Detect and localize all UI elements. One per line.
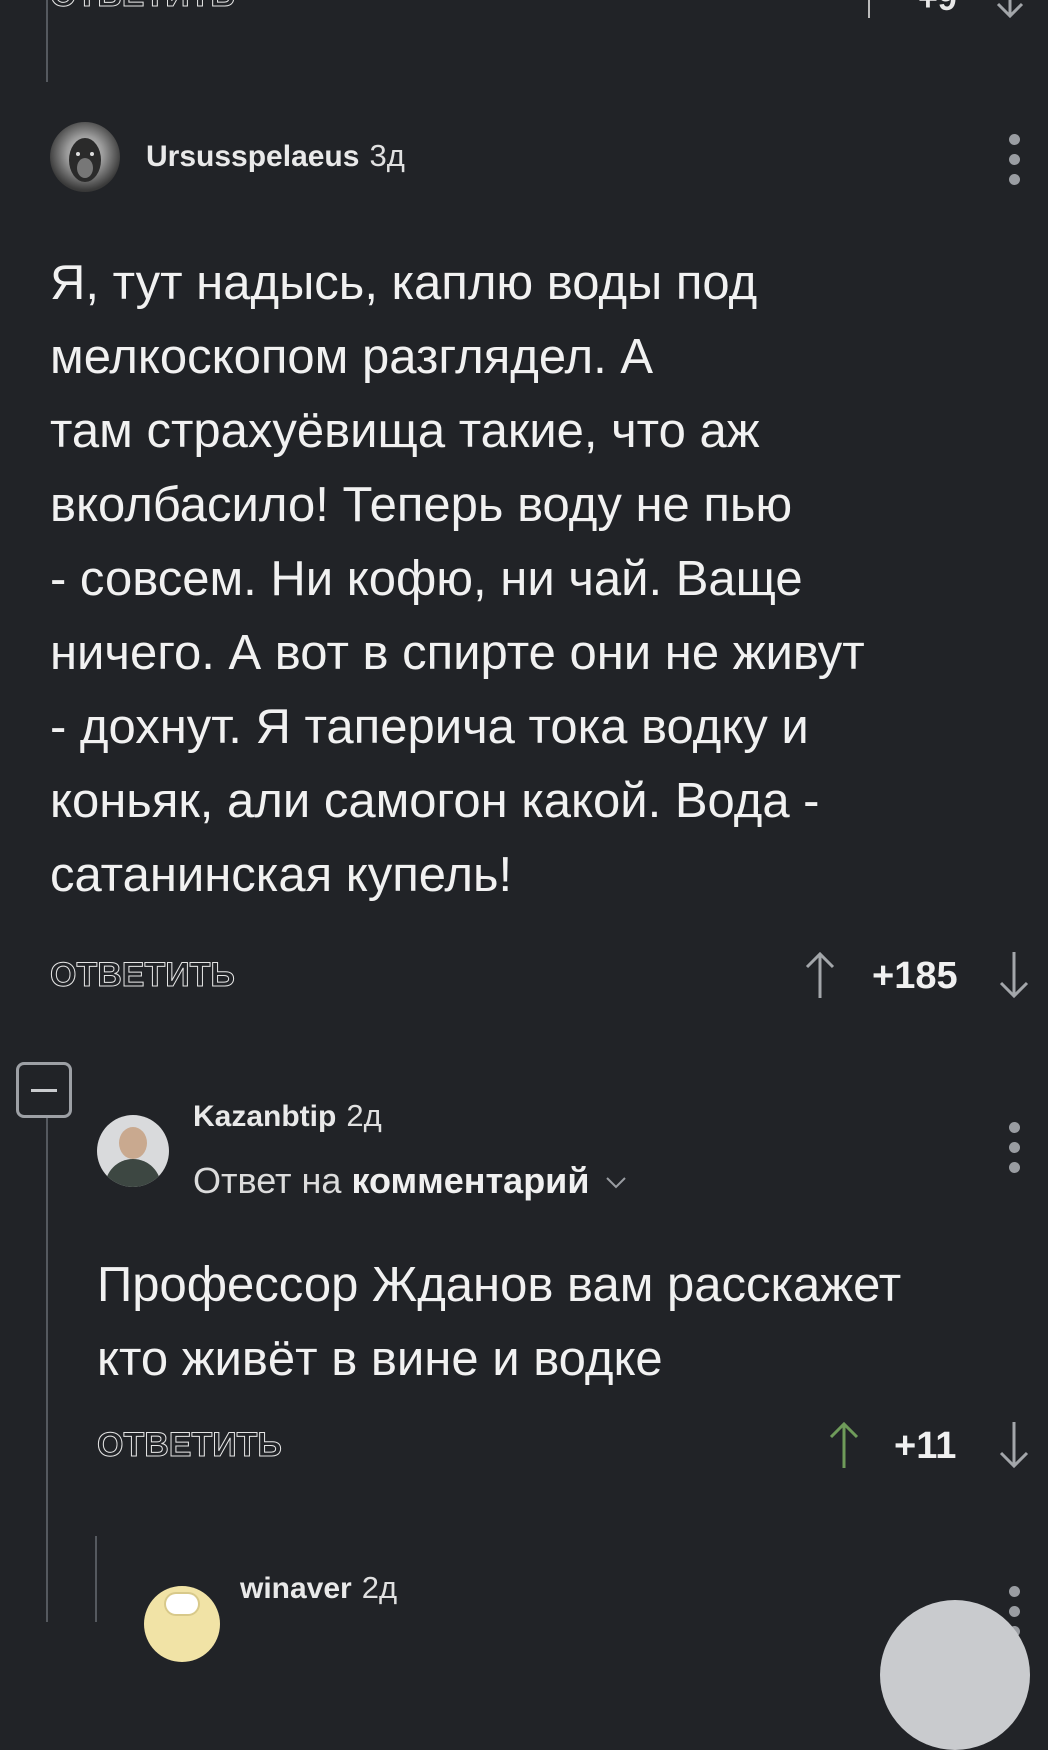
user-avatar[interactable] [144,1586,220,1662]
vote-score: +11 [894,1425,957,1467]
comment-line: Профессор Жданов вам расскажет [97,1258,902,1312]
reply-button[interactable]: ОТВЕТИТЬ [97,1426,283,1465]
user-avatar[interactable] [97,1115,169,1187]
username[interactable]: winaver [240,1572,352,1605]
comment-body: Профессор Жданов вам расскажет кто живёт… [97,1248,1037,1396]
thread-line-top [46,0,48,82]
comment-line: коньяк, али самогон какой. Вода - [50,774,820,828]
comment-time: 3д [369,138,405,173]
comment-time: 2д [361,1570,398,1605]
thread-line-nested [95,1536,97,1622]
comment-line: кто живёт в вине и водке [97,1332,663,1386]
comment-header: winaver 2д [240,1570,397,1606]
comment-line: Я, тут надысь, каплю воды под [50,256,758,310]
comment-time: 2д [346,1098,382,1133]
upvote-arrow-icon[interactable] [802,950,838,1000]
comment-body: Я, тут надысь, каплю воды под мелкоскопо… [50,246,1030,912]
reply-button[interactable]: ОТВЕТИТЬ [50,956,236,995]
username[interactable]: Kazanbtip [193,1100,336,1133]
reply-to-prefix: Ответ на [193,1160,342,1201]
chevron-down-icon[interactable] [605,1176,627,1190]
more-options-icon[interactable] [1009,1122,1021,1182]
comment-header: Kazanbtip 2д [193,1098,382,1134]
bear-avatar-icon [69,138,101,182]
comment-line: - дохнут. Я таперича тока водку и [50,700,809,754]
username[interactable]: Ursusspelaeus [146,140,359,173]
thread-line-reply [46,1118,48,1622]
comment-line: ничего. А вот в спирте они не живут [50,626,865,680]
embedded-image [880,1600,1030,1750]
vote-score: +9 [918,0,957,19]
comment-line: - совсем. Ни кофю, ни чай. Ваще [50,552,803,606]
comment-line: сатанинская купель! [50,848,513,902]
more-options-icon[interactable] [1009,134,1021,194]
downvote-arrow-icon[interactable] [996,950,1032,1000]
vote-score: +185 [872,955,958,997]
downvote-arrow-icon[interactable] [996,1420,1032,1470]
comment-header: Ursusspelaeus 3д [146,138,405,174]
vote-divider [868,0,870,18]
upvote-arrow-icon[interactable] [826,1420,862,1470]
reply-to-target[interactable]: комментарий [351,1160,589,1201]
comment-line: вколбасило! Теперь воду не пью [50,478,793,532]
comment-line: мелкоскопом разглядел. А [50,330,654,384]
user-avatar[interactable] [50,122,120,192]
reply-to-link[interactable]: Ответ на комментарий [193,1160,627,1202]
reply-button[interactable]: ОТВЕТИТЬ [50,0,236,15]
downvote-arrow-icon[interactable] [992,0,1028,22]
collapse-thread-button[interactable] [16,1062,72,1118]
comment-line: там страхуёвища такие, что аж [50,404,760,458]
